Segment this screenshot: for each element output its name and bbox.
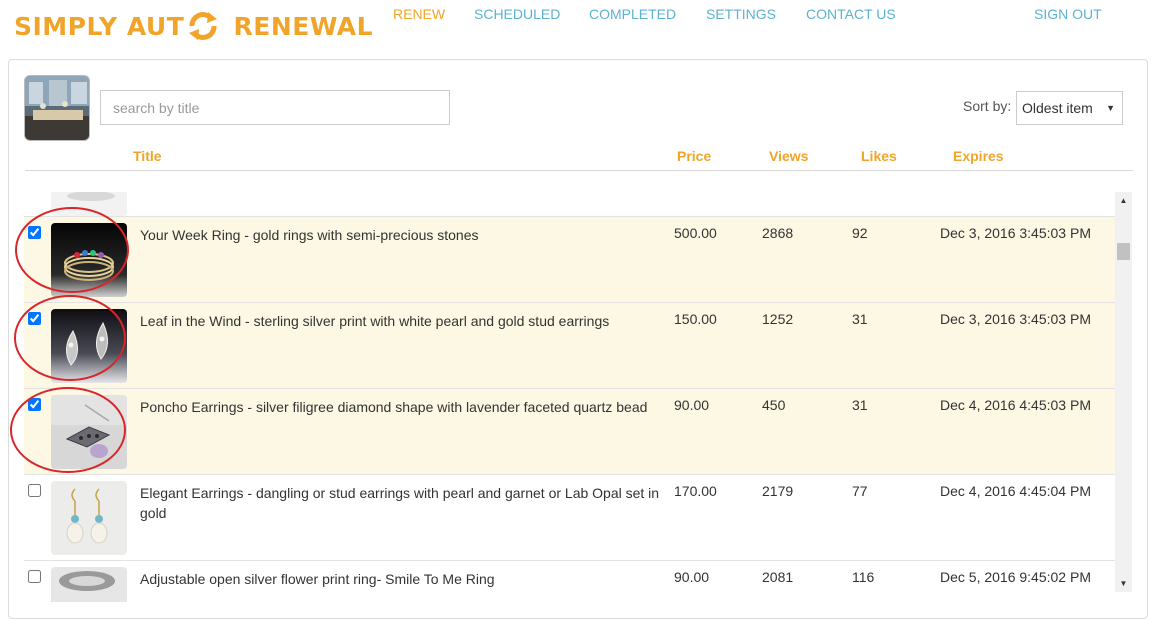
ring-photo-icon [51, 567, 127, 602]
sort-selected-value: Oldest item [1022, 100, 1093, 116]
table-row[interactable]: Leaf in the Wind - sterling silver print… [24, 302, 1116, 388]
nav-renew[interactable]: RENEW [393, 6, 445, 22]
listing-price: 90.00 [674, 397, 710, 413]
table-row[interactable]: Poncho Earrings - silver filigree diamon… [24, 388, 1116, 474]
earring-photo-icon [51, 481, 127, 555]
brand-text-start: SIMPLY AUT [14, 11, 185, 41]
row-select-checkbox[interactable] [28, 570, 41, 583]
column-header-title[interactable]: Title [133, 148, 162, 164]
row-select-checkbox[interactable] [28, 484, 41, 497]
nav-settings[interactable]: SETTINGS [706, 6, 776, 22]
listing-views: 2081 [762, 569, 794, 585]
listing-expires: Dec 3, 2016 3:45:03 PM [940, 225, 1091, 241]
brand-text-end: RENEWAL [224, 11, 374, 41]
scroll-down-arrow-icon[interactable]: ▼ [1115, 575, 1132, 592]
listing-likes: 92 [852, 225, 868, 241]
column-header-price[interactable]: Price [677, 148, 711, 164]
shop-photo-icon [25, 76, 89, 140]
nav-sign-out[interactable]: SIGN OUT [1034, 6, 1102, 22]
listing-price: 90.00 [674, 569, 710, 585]
listing-thumbnail[interactable] [51, 395, 127, 469]
listing-expires: Dec 3, 2016 3:45:03 PM [940, 311, 1091, 327]
listing-likes: 77 [852, 483, 868, 499]
shop-avatar[interactable] [24, 75, 90, 141]
listing-likes: 116 [852, 569, 875, 585]
nav-contact-us[interactable]: CONTACT US [806, 6, 896, 22]
column-header-expires[interactable]: Expires [953, 148, 1004, 164]
listing-views: 2868 [762, 225, 794, 241]
header-divider [25, 170, 1133, 171]
table-row[interactable]: Elegant Earrings - dangling or stud earr… [24, 474, 1116, 560]
listing-price: 500.00 [674, 225, 717, 241]
listing-expires: Dec 4, 2016 4:45:03 PM [940, 397, 1091, 413]
listing-title[interactable]: Elegant Earrings - dangling or stud earr… [140, 483, 665, 523]
refresh-circle-icon [189, 12, 218, 40]
listing-views: 1252 [762, 311, 794, 327]
ring-photo-icon [51, 223, 127, 297]
listing-thumbnail[interactable] [51, 481, 127, 555]
sort-label: Sort by: [963, 98, 1012, 114]
listing-title[interactable]: Poncho Earrings - silver filigree diamon… [140, 397, 665, 417]
brand-logo[interactable]: SIMPLY AUT RENEWAL [14, 6, 373, 46]
search-input[interactable] [100, 90, 450, 125]
listing-title[interactable]: Adjustable open silver flower print ring… [140, 569, 665, 589]
row-select-checkbox[interactable] [28, 312, 41, 325]
listing-likes: 31 [852, 311, 868, 327]
listing-thumbnail[interactable] [51, 223, 127, 297]
earring-photo-icon [51, 395, 127, 469]
listing-title[interactable]: Leaf in the Wind - sterling silver print… [140, 311, 665, 331]
nav-scheduled[interactable]: SCHEDULED [474, 6, 560, 22]
listing-expires: Dec 5, 2016 9:45:02 PM [940, 569, 1091, 585]
listing-thumbnail[interactable] [51, 309, 127, 383]
top-navigation: SIMPLY AUT RENEWAL RENEW SCHEDULED COMPL… [0, 0, 1155, 56]
listing-likes: 31 [852, 397, 868, 413]
table-row[interactable]: Your Week Ring - gold rings with semi-pr… [24, 216, 1116, 302]
row-select-checkbox[interactable] [28, 398, 41, 411]
scroll-thumb[interactable] [1117, 243, 1130, 260]
list-scrollbar[interactable]: ▲ ▼ [1115, 192, 1132, 592]
column-header-likes[interactable]: Likes [861, 148, 897, 164]
listing-thumbnail-partial [51, 192, 127, 216]
listing-title[interactable]: Your Week Ring - gold rings with semi-pr… [140, 225, 665, 245]
sort-dropdown[interactable]: Oldest item ▼ [1016, 91, 1123, 125]
caret-down-icon: ▼ [1106, 103, 1115, 113]
listings-list: Your Week Ring - gold rings with semi-pr… [24, 192, 1116, 602]
row-select-checkbox[interactable] [28, 226, 41, 239]
nav-completed[interactable]: COMPLETED [589, 6, 676, 22]
listing-price: 170.00 [674, 483, 717, 499]
earring-photo-icon [51, 309, 127, 383]
listing-thumbnail[interactable] [51, 567, 127, 602]
table-row[interactable]: Adjustable open silver flower print ring… [24, 560, 1116, 602]
listing-price: 150.00 [674, 311, 717, 327]
listing-views: 2179 [762, 483, 794, 499]
column-header-views[interactable]: Views [769, 148, 808, 164]
listing-expires: Dec 4, 2016 4:45:04 PM [940, 483, 1091, 499]
listing-views: 450 [762, 397, 786, 413]
scroll-up-arrow-icon[interactable]: ▲ [1115, 192, 1132, 209]
